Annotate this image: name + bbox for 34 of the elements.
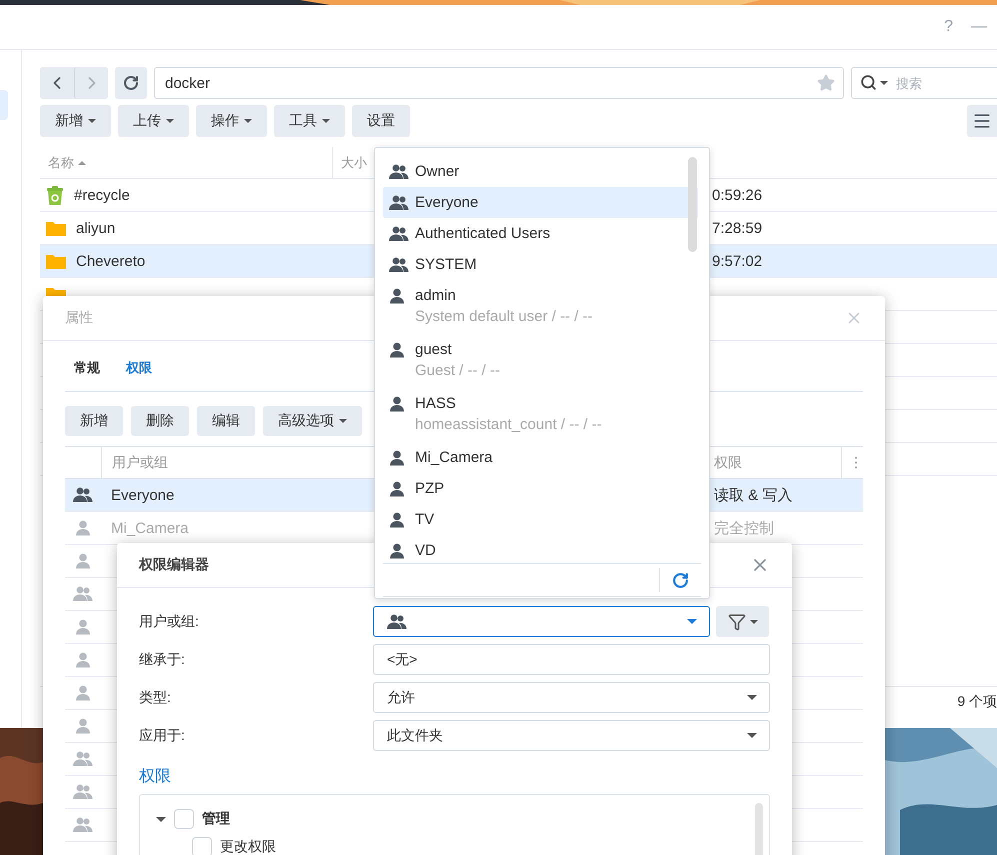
section-title: 权限 [139, 767, 171, 787]
modified-time: 9:57:02 [711, 252, 762, 270]
option-detail: Guest / -- / -- [415, 361, 500, 381]
option-name: Mi_Camera [415, 448, 493, 468]
option-name: SYSTEM [415, 255, 477, 275]
tree-label: 管理 [202, 810, 230, 828]
dialog-title: 权限编辑器 [139, 556, 209, 574]
permission-level: 读取 & 写入 [714, 486, 792, 504]
option-name: PZP [415, 479, 444, 499]
file-name: Chevereto [76, 252, 146, 270]
option-name: Owner [415, 162, 460, 182]
option-detail: homeassistant_count / -- / -- [415, 415, 602, 435]
permission-level: 完全控制 [714, 518, 774, 538]
option-detail: System default user / -- / -- [415, 307, 593, 327]
item-count: 9 个项 [957, 693, 997, 711]
file-name: #recycle [74, 186, 130, 204]
principal-name: Mi_Camera [111, 520, 189, 536]
field-label: 应用于: [139, 726, 186, 744]
option-name: admin [415, 286, 456, 306]
option-name: VD [415, 541, 436, 561]
tree-label: 更改权限 [220, 838, 276, 855]
option-name: TV [415, 510, 434, 530]
field-label: 用户或组: [139, 612, 200, 630]
dialog-title: 属性 [65, 309, 93, 327]
file-name: aliyun [76, 220, 116, 236]
option-name: HASS [415, 394, 456, 414]
field-label: 类型: [139, 688, 172, 706]
option-name: Everyone [415, 193, 478, 213]
principal-name: Everyone [111, 486, 174, 504]
field-label: 继承于: [139, 650, 186, 668]
modified-time: 7:28:59 [711, 220, 762, 236]
option-name: Authenticated Users [415, 224, 550, 244]
modified-time: 0:59:26 [711, 186, 762, 204]
option-name: guest [415, 340, 452, 360]
